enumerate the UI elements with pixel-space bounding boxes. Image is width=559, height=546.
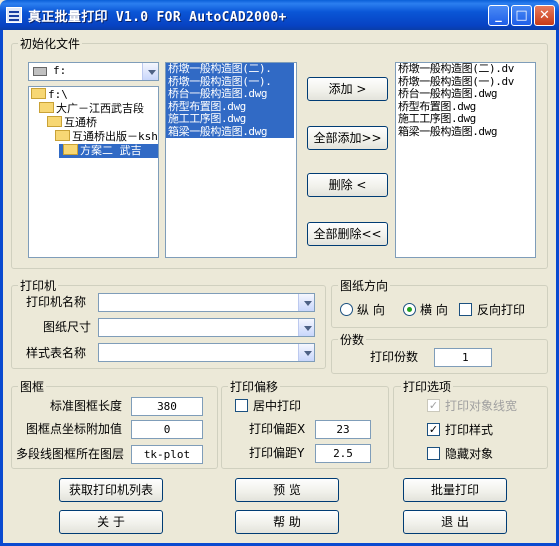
- hide-objects-checkbox[interactable]: [427, 447, 440, 460]
- reverse-print-label[interactable]: 反向打印: [477, 301, 525, 318]
- drive-value: f:: [53, 64, 67, 77]
- point-coord-input[interactable]: 0: [131, 420, 203, 439]
- hide-objects-label[interactable]: 隐藏对象: [445, 445, 493, 462]
- exit-button[interactable]: 退 出: [403, 510, 507, 534]
- plot-styles-checkbox[interactable]: ✓: [427, 423, 440, 436]
- line-width-checkbox[interactable]: ✓: [427, 399, 440, 412]
- drive-select[interactable]: f:: [28, 62, 159, 81]
- list-item[interactable]: 箱梁一般构造图.dwg: [166, 125, 294, 138]
- list-item[interactable]: 桥墩一般构造图(一).dv: [396, 76, 535, 89]
- chevron-down-icon[interactable]: [142, 63, 158, 80]
- tree-item-folder[interactable]: 互通桥出版－ksh: [55, 130, 158, 144]
- paper-size-label: 图纸尺寸: [43, 320, 92, 334]
- close-button[interactable]: ✕: [534, 5, 555, 26]
- list-item[interactable]: 桥墩一般构造图(二).dv: [396, 63, 535, 76]
- chevron-down-icon[interactable]: [298, 319, 314, 336]
- tree-item-root[interactable]: f:\: [31, 88, 68, 102]
- init-files-group-title: 初始化文件: [18, 35, 83, 52]
- maximize-icon: □: [515, 8, 528, 23]
- folder-open-icon: [31, 88, 46, 99]
- maximize-button[interactable]: □: [511, 5, 532, 26]
- paper-size-select[interactable]: [98, 318, 315, 337]
- portrait-label[interactable]: 纵 向: [357, 301, 385, 318]
- batch-print-button[interactable]: 批量打印: [403, 478, 507, 502]
- source-file-list[interactable]: 桥墩一般构造图(二). 桥墩一般构造图(一). 桥台一般构造图.dwg 桥型布置…: [165, 62, 297, 258]
- window-frame-left: [0, 30, 3, 546]
- portrait-radio[interactable]: [340, 303, 353, 316]
- tree-item-folder[interactable]: 互通桥: [47, 116, 97, 130]
- chevron-down-icon[interactable]: [298, 294, 314, 311]
- printer-group-title: 打印机: [18, 277, 59, 294]
- landscape-label[interactable]: 横 向: [420, 301, 448, 318]
- add-all-button[interactable]: 全部添加>>: [307, 126, 388, 150]
- list-item[interactable]: 箱梁一般构造图.dwg: [396, 126, 535, 139]
- frame-group-title: 图框: [18, 378, 47, 395]
- plot-styles-label[interactable]: 打印样式: [445, 421, 493, 438]
- list-item[interactable]: 桥型布置图.dwg: [166, 100, 294, 113]
- folder-tree[interactable]: f:\ 大广－江西武吉段 互通桥 互通桥出版－ksh 方案二 武吉: [28, 86, 159, 258]
- about-button[interactable]: 关 于: [59, 510, 163, 534]
- list-item[interactable]: 桥型布置图.dwg: [396, 101, 535, 114]
- preview-button[interactable]: 预 览: [235, 478, 339, 502]
- style-table-label: 样式表名称: [26, 346, 87, 360]
- chevron-down-icon[interactable]: [298, 344, 314, 361]
- polyline-layer-label: 多段线图框所在图层: [16, 447, 125, 461]
- copies-label: 打印份数: [370, 350, 419, 364]
- add-button[interactable]: 添加 >: [307, 77, 388, 101]
- offset-y-input[interactable]: 2.5: [315, 444, 371, 463]
- list-item[interactable]: 桥台一般构造图.dwg: [396, 88, 535, 101]
- help-button[interactable]: 帮 助: [235, 510, 339, 534]
- folder-open-icon: [55, 130, 70, 141]
- orientation-group-title: 图纸方向: [338, 277, 391, 294]
- folder-open-icon: [39, 102, 54, 113]
- offset-x-label: 打印偏距X: [249, 422, 306, 436]
- minimize-button[interactable]: _: [488, 5, 509, 26]
- list-item[interactable]: 桥墩一般构造图(二).: [166, 63, 294, 76]
- copies-input[interactable]: 1: [434, 348, 492, 367]
- remove-button[interactable]: 删除 <: [307, 173, 388, 197]
- remove-all-button[interactable]: 全部删除<<: [307, 222, 388, 246]
- printer-name-label: 打印机名称: [26, 295, 87, 309]
- style-table-select[interactable]: [98, 343, 315, 362]
- reverse-print-checkbox[interactable]: [459, 303, 472, 316]
- point-coord-label: 图框点坐标附加值: [26, 422, 123, 436]
- options-group-title: 打印选项: [401, 378, 454, 395]
- center-print-label[interactable]: 居中打印: [253, 397, 301, 414]
- folder-open-icon: [63, 144, 78, 155]
- folder-open-icon: [47, 116, 62, 127]
- window-title: 真正批量打印 V1.0 FOR AutoCAD2000+: [28, 10, 287, 25]
- selected-file-list[interactable]: 桥墩一般构造图(二).dv 桥墩一般构造图(一).dv 桥台一般构造图.dwg …: [395, 62, 536, 258]
- list-item[interactable]: 桥墩一般构造图(一).: [166, 75, 294, 88]
- std-length-label: 标准图框长度: [50, 399, 123, 413]
- landscape-radio[interactable]: [403, 303, 416, 316]
- copies-group-title: 份数: [338, 331, 367, 348]
- list-item[interactable]: 施工工序图.dwg: [396, 113, 535, 126]
- printer-name-select[interactable]: [98, 293, 315, 312]
- tree-item-selected[interactable]: 方案二 武吉: [59, 144, 158, 158]
- app-icon[interactable]: [6, 7, 22, 23]
- drive-icon: [33, 67, 47, 76]
- offset-group-title: 打印偏移: [228, 378, 281, 395]
- polyline-layer-input[interactable]: tk-plot: [131, 445, 203, 464]
- center-print-checkbox[interactable]: [235, 399, 248, 412]
- offset-x-input[interactable]: 23: [315, 420, 371, 439]
- list-item[interactable]: 施工工序图.dwg: [166, 113, 294, 126]
- close-icon: ✕: [539, 8, 550, 23]
- line-width-label[interactable]: 打印对象线宽: [445, 397, 517, 414]
- minimize-icon: _: [495, 8, 502, 23]
- offset-y-label: 打印偏距Y: [249, 446, 305, 460]
- list-item[interactable]: 桥台一般构造图.dwg: [166, 88, 294, 101]
- get-printers-button[interactable]: 获取打印机列表: [59, 478, 163, 502]
- tree-item-folder[interactable]: 大广－江西武吉段: [39, 102, 144, 116]
- std-length-input[interactable]: 380: [131, 397, 203, 416]
